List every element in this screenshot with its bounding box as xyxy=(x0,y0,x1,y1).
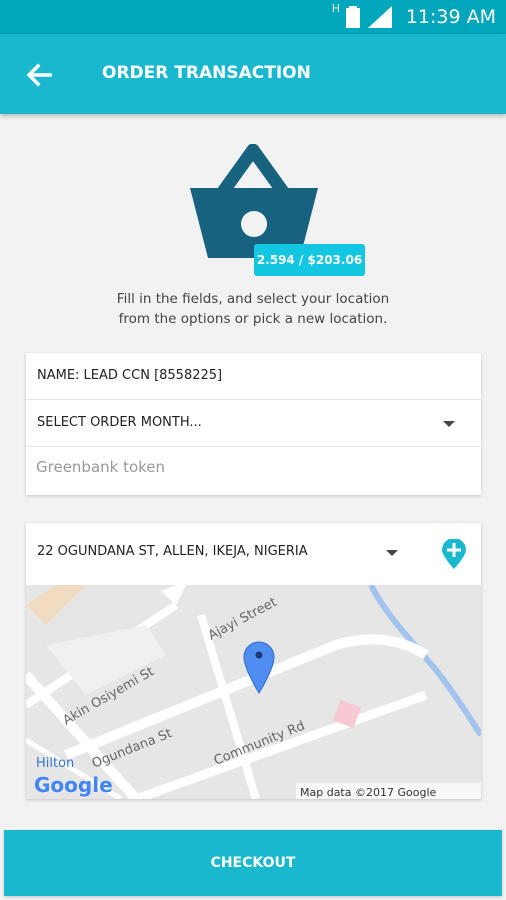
order-form-card: NAME: LEAD CCN [8558225] SELECT ORDER MO… xyxy=(26,353,481,495)
divider xyxy=(26,446,481,447)
google-logo: Google xyxy=(34,773,113,797)
network-type-icon: H xyxy=(331,2,340,15)
app-bar: ORDER TRANSACTION xyxy=(0,34,506,114)
dropdown-arrow-icon[interactable] xyxy=(443,421,455,427)
poi-label-hilton: Hilton xyxy=(36,756,74,771)
back-arrow-icon[interactable] xyxy=(24,60,54,90)
status-bar: H 11:39 AM xyxy=(0,0,506,34)
location-card: 22 OGUNDANA ST, ALLEN, IKEJA, NIGERIA Aj… xyxy=(26,523,481,799)
location-address: 22 OGUNDANA ST, ALLEN, IKEJA, NIGERIA xyxy=(37,544,308,559)
price-badge: 2.594 / $203.06 xyxy=(254,244,365,276)
dropdown-arrow-icon[interactable] xyxy=(386,550,398,556)
instructions-text: Fill in the fields, and select your loca… xyxy=(60,289,446,329)
battery-icon xyxy=(346,6,360,33)
add-location-icon[interactable] xyxy=(442,539,466,569)
signal-icon xyxy=(368,6,392,33)
order-month-select[interactable]: SELECT ORDER MONTH... xyxy=(26,400,481,447)
status-time: 11:39 AM xyxy=(405,6,496,28)
checkout-button[interactable]: CHECKOUT xyxy=(4,830,502,896)
map-attribution: Map data ©2017 Google xyxy=(300,786,436,799)
instructions-line-1: Fill in the fields, and select your loca… xyxy=(116,291,390,307)
instructions-line-2: from the options or pick a new location. xyxy=(118,311,388,327)
location-map[interactable]: Ajayi Street Akin Osiyemi St Ogundana St… xyxy=(26,585,481,799)
token-input[interactable] xyxy=(34,457,468,477)
location-select[interactable]: 22 OGUNDANA ST, ALLEN, IKEJA, NIGERIA xyxy=(26,523,481,585)
name-field: NAME: LEAD CCN [8558225] xyxy=(26,353,481,400)
page-title: ORDER TRANSACTION xyxy=(102,63,311,83)
order-month-label: SELECT ORDER MONTH... xyxy=(37,415,202,430)
name-value: NAME: LEAD CCN [8558225] xyxy=(37,368,223,383)
